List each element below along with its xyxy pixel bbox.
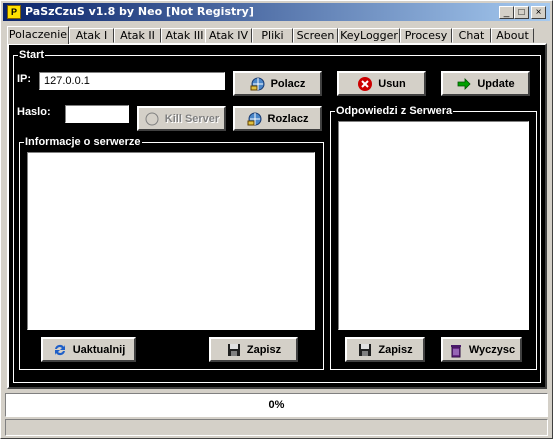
disconnect-button[interactable]: Rozlacz bbox=[233, 106, 322, 131]
connect-button[interactable]: Polacz bbox=[233, 71, 322, 96]
title-bar[interactable]: P PaSzCzuS v1.8 by Neo [Not Registry] _ … bbox=[3, 3, 550, 21]
save-info-button-label: Zapisz bbox=[246, 343, 282, 356]
arrow-right-icon bbox=[456, 76, 472, 92]
tab-about[interactable]: About bbox=[491, 28, 534, 43]
clear-button-label: Wyczysc bbox=[468, 343, 516, 356]
server-info-group-title: Informacje o serwerze bbox=[24, 136, 142, 148]
disconnect-button-label: Rozlacz bbox=[267, 112, 309, 125]
remove-button[interactable]: Usun bbox=[337, 71, 426, 96]
tab-atak-3[interactable]: Atak III bbox=[161, 28, 208, 43]
tab-atak-4[interactable]: Atak IV bbox=[205, 28, 252, 43]
ip-label: IP: bbox=[17, 73, 32, 85]
window-title: PaSzCzuS v1.8 by Neo [Not Registry] bbox=[25, 5, 254, 18]
application-window: P PaSzCzuS v1.8 by Neo [Not Registry] _ … bbox=[0, 0, 553, 439]
network-connect-icon bbox=[250, 76, 266, 92]
status-bar bbox=[5, 419, 548, 436]
remove-button-label: Usun bbox=[378, 77, 406, 90]
save-info-button[interactable]: Zapisz bbox=[209, 337, 298, 362]
tab-polaczenie[interactable]: Polaczenie bbox=[7, 26, 69, 44]
refresh-button[interactable]: Uaktualnij bbox=[41, 337, 136, 362]
server-responses-group-title: Odpowiedzi z Serwera bbox=[335, 105, 454, 117]
server-info-textarea[interactable] bbox=[27, 152, 315, 330]
clear-button[interactable]: Wyczysc bbox=[441, 337, 522, 362]
refresh-button-label: Uaktualnij bbox=[72, 343, 126, 356]
minimize-button[interactable]: _ bbox=[499, 6, 514, 19]
tab-pliki[interactable]: Pliki bbox=[252, 28, 293, 43]
password-label: Haslo: bbox=[17, 106, 51, 118]
update-button-label: Update bbox=[477, 77, 515, 90]
remove-icon bbox=[357, 76, 373, 92]
tab-procesy[interactable]: Procesy bbox=[400, 28, 452, 43]
close-button[interactable]: × bbox=[531, 6, 546, 19]
update-button[interactable]: Update bbox=[441, 71, 530, 96]
network-disconnect-icon bbox=[247, 111, 263, 127]
connect-button-label: Polacz bbox=[270, 77, 306, 90]
tab-atak-1[interactable]: Atak I bbox=[69, 28, 114, 43]
connection-panel: Start IP: 127.0.0.1 Haslo: Polacz Rozlac… bbox=[7, 43, 547, 389]
maximize-button[interactable]: □ bbox=[514, 6, 529, 19]
progress-status: 0% bbox=[5, 393, 548, 417]
start-group-title: Start bbox=[18, 49, 46, 61]
trash-icon bbox=[448, 342, 464, 358]
floppy-disk-icon bbox=[226, 342, 242, 358]
tab-keylogger[interactable]: KeyLogger bbox=[338, 28, 400, 43]
tab-atak-2[interactable]: Atak II bbox=[114, 28, 161, 43]
app-icon: P bbox=[7, 5, 21, 19]
save-responses-button[interactable]: Zapisz bbox=[345, 337, 425, 362]
progress-text: 0% bbox=[268, 399, 285, 411]
save-responses-button-label: Zapisz bbox=[378, 343, 413, 356]
refresh-icon bbox=[52, 342, 68, 358]
floppy-disk-icon bbox=[357, 342, 373, 358]
kill-server-button[interactable]: Kill Server bbox=[137, 106, 226, 131]
server-responses-textarea[interactable] bbox=[338, 121, 529, 330]
tab-chat[interactable]: Chat bbox=[452, 28, 491, 43]
password-input[interactable] bbox=[65, 105, 129, 123]
tab-screen[interactable]: Screen bbox=[293, 28, 338, 43]
kill-server-icon bbox=[144, 111, 160, 127]
kill-server-button-label: Kill Server bbox=[164, 112, 220, 125]
ip-input[interactable]: 127.0.0.1 bbox=[39, 72, 225, 90]
